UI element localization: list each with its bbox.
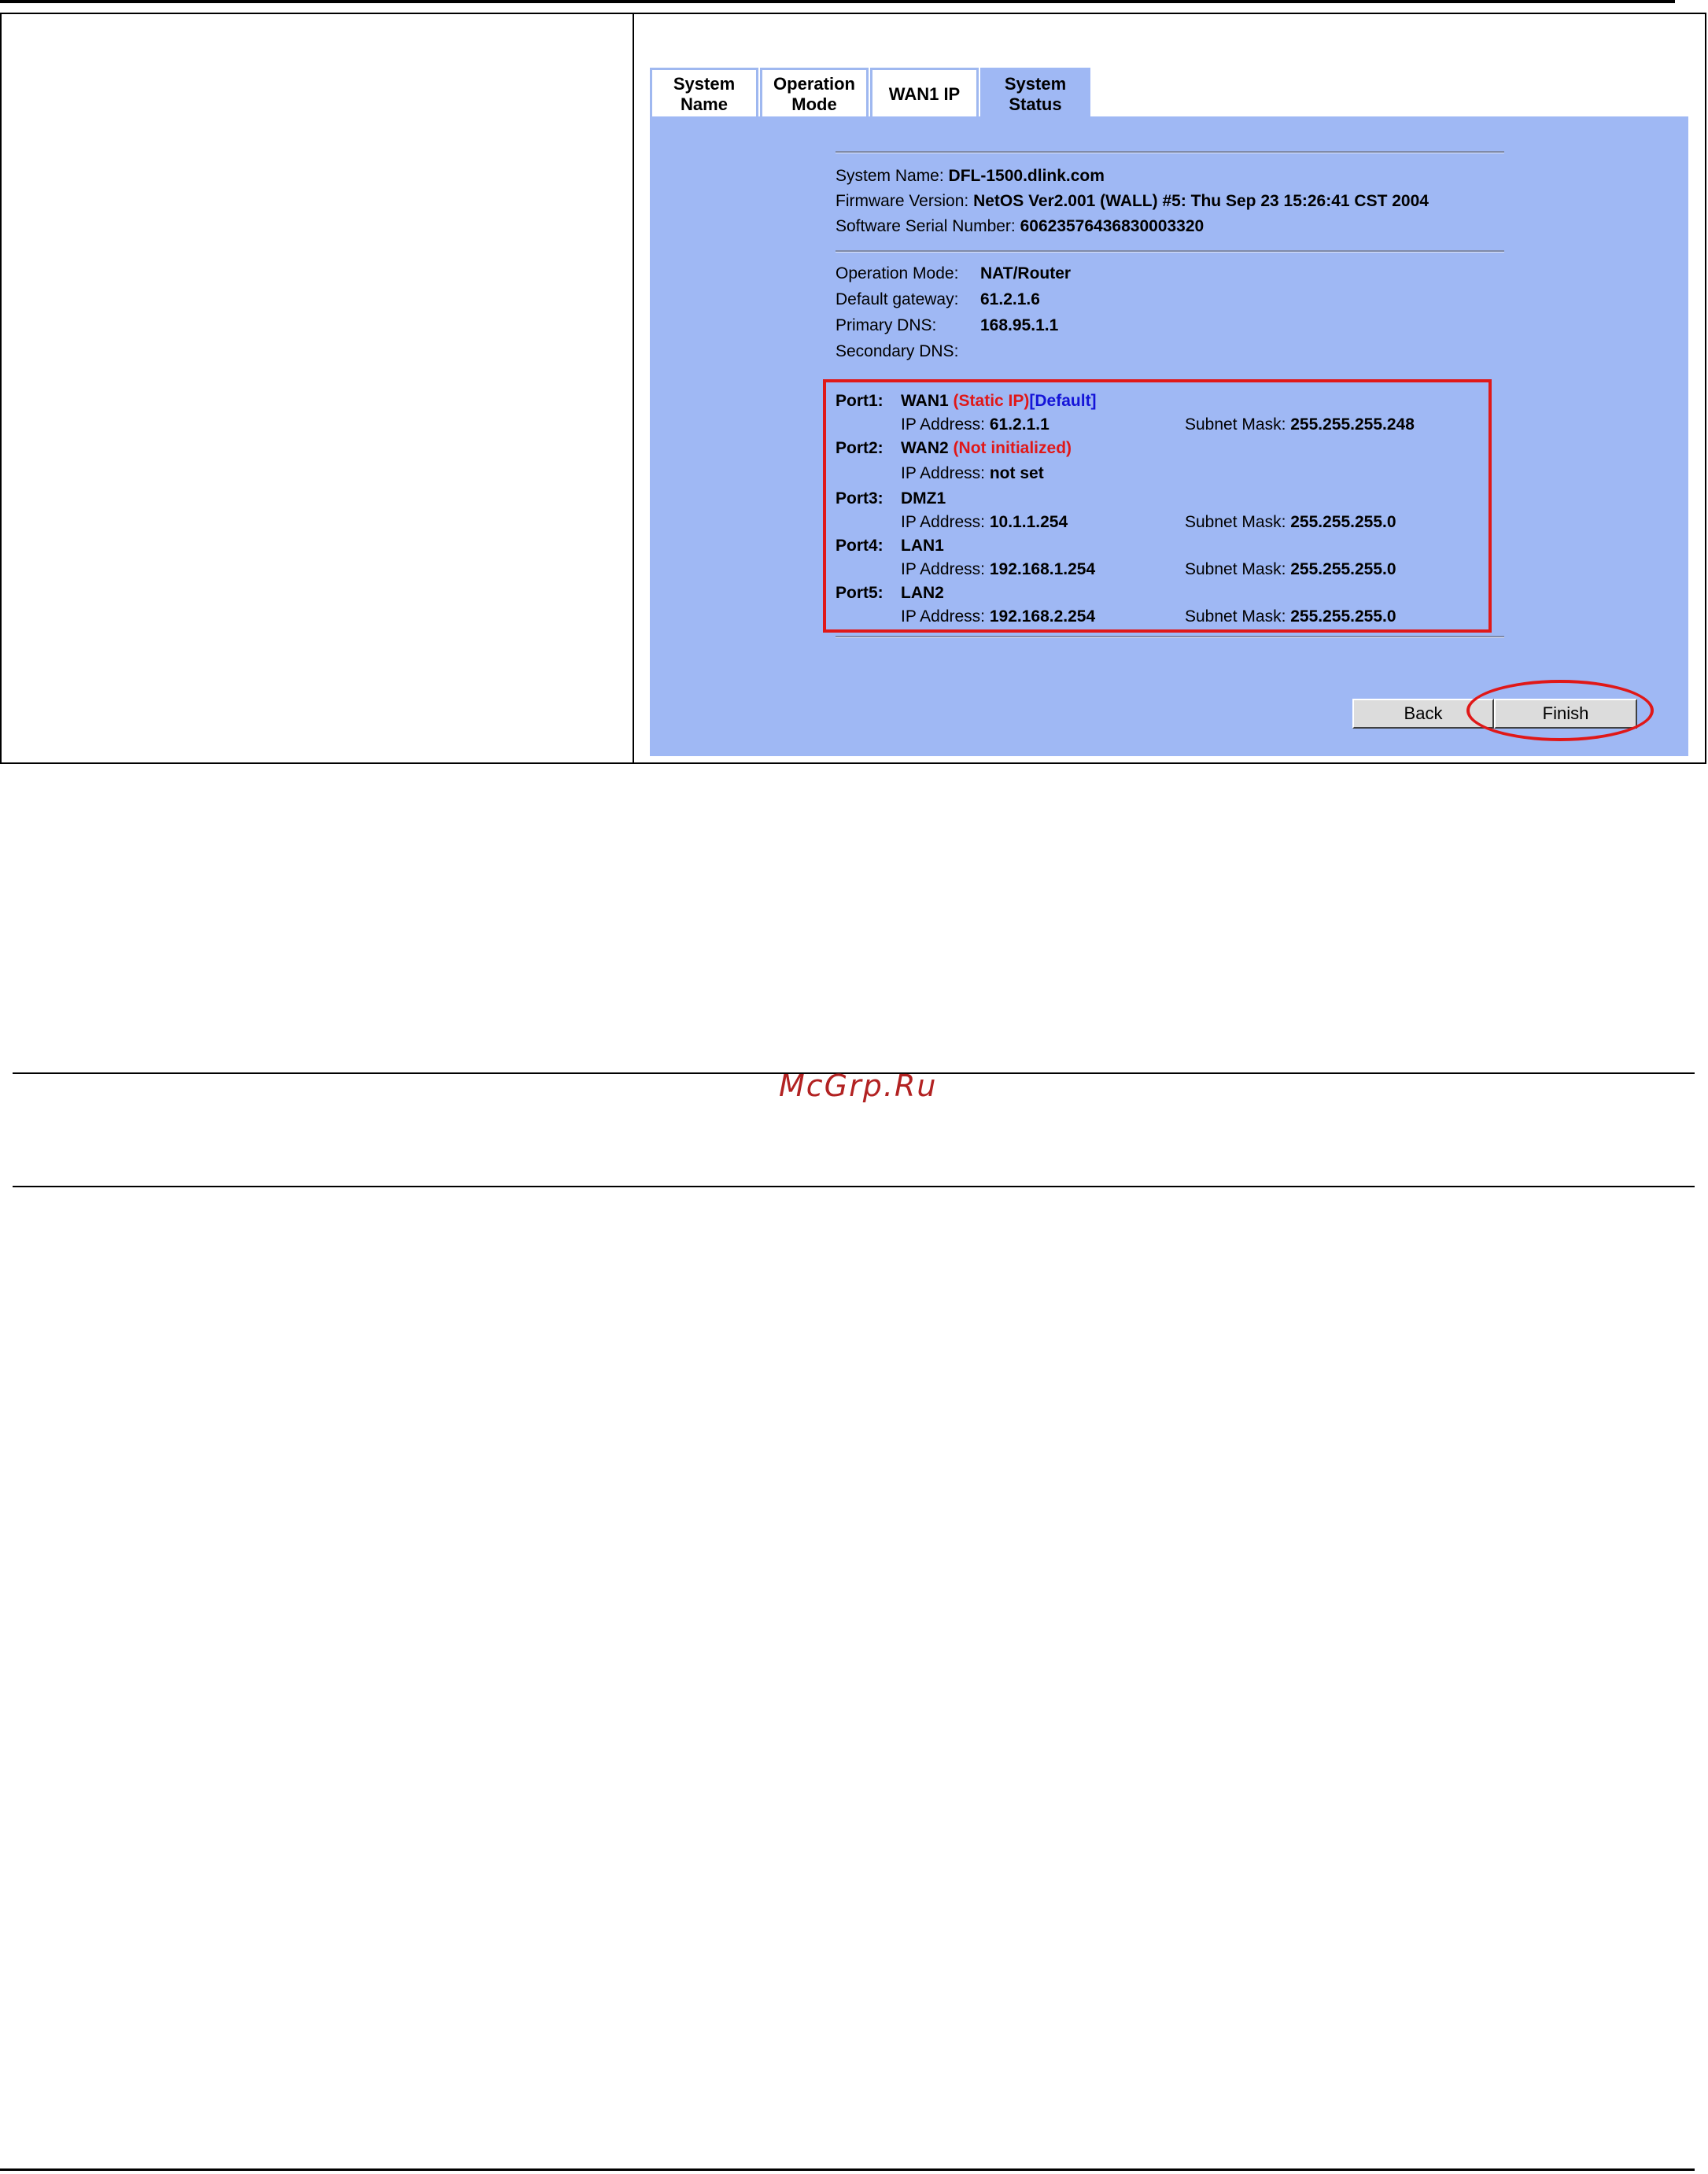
secondary-dns-row: Secondary DNS: xyxy=(836,342,1071,368)
firmware-value: NetOS Ver2.001 (WALL) #5: Thu Sep 23 15:… xyxy=(973,192,1429,210)
port2-label: Port2: xyxy=(836,439,884,457)
primary-dns-row: Primary DNS: 168.95.1.1 xyxy=(836,316,1071,342)
default-gateway-label: Default gateway: xyxy=(836,290,959,308)
tab-operation-mode[interactable]: Operation Mode xyxy=(760,68,869,118)
port5-name: LAN2 xyxy=(901,584,944,602)
system-name-row: System Name: DFL-1500.dlink.com xyxy=(836,167,1105,186)
port4-ip: IP Address: 192.168.1.254 xyxy=(901,560,1096,578)
port2-name: WAN2 (Not initialized) xyxy=(901,439,1072,457)
tab-system-status[interactable]: System Status xyxy=(980,68,1090,118)
primary-dns-label: Primary DNS: xyxy=(836,316,937,334)
port5-label: Port5: xyxy=(836,584,884,602)
port1-default-tag: [Default] xyxy=(1029,392,1097,410)
port4-name: LAN1 xyxy=(901,537,944,555)
divider xyxy=(836,151,1504,153)
table-column-divider xyxy=(633,13,634,764)
divider xyxy=(836,636,1504,638)
tab-wan1-ip[interactable]: WAN1 IP xyxy=(870,68,979,118)
port5-mask: Subnet Mask: 255.255.255.0 xyxy=(1185,607,1396,626)
operation-mode-row: Operation Mode: NAT/Router xyxy=(836,264,1071,290)
port1-label: Port1: xyxy=(836,392,884,410)
port2-status-tag: (Not initialized) xyxy=(953,439,1072,457)
system-name-label: System Name: xyxy=(836,167,944,185)
port1-status-tag: (Static IP) xyxy=(953,392,1030,410)
default-gateway-row: Default gateway: 61.2.1.6 xyxy=(836,290,1071,316)
status-panel: System Name: DFL-1500.dlink.com Firmware… xyxy=(650,116,1688,756)
network-summary: Operation Mode: NAT/Router Default gatew… xyxy=(836,264,1071,368)
wizard-panel: System Name Operation Mode WAN1 IP Syste… xyxy=(650,68,1688,756)
separator-rule xyxy=(13,1186,1695,1187)
default-gateway-value: 61.2.1.6 xyxy=(980,290,1040,308)
tab-system-name[interactable]: System Name xyxy=(650,68,758,118)
bottom-rule xyxy=(0,2168,1695,2171)
port1-ip: IP Address: 61.2.1.1 xyxy=(901,415,1050,434)
port4-mask: Subnet Mask: 255.255.255.0 xyxy=(1185,560,1396,578)
finish-button[interactable]: Finish xyxy=(1494,699,1637,729)
secondary-dns-label: Secondary DNS: xyxy=(836,342,959,360)
port1-name: WAN1 (Static IP)[Default] xyxy=(901,392,1097,410)
firmware-label: Firmware Version: xyxy=(836,192,969,210)
serial-label: Software Serial Number: xyxy=(836,217,1016,235)
port3-label: Port3: xyxy=(836,489,884,508)
port3-ip: IP Address: 10.1.1.254 xyxy=(901,513,1068,531)
port2-ip: IP Address: not set xyxy=(901,464,1044,482)
port4-label: Port4: xyxy=(836,537,884,555)
firmware-row: Firmware Version: NetOS Ver2.001 (WALL) … xyxy=(836,192,1429,211)
back-button[interactable]: Back xyxy=(1352,699,1494,729)
primary-dns-value: 168.95.1.1 xyxy=(980,316,1059,334)
divider xyxy=(836,250,1504,253)
top-rule xyxy=(0,0,1675,3)
operation-mode-value: NAT/Router xyxy=(980,264,1072,282)
serial-row: Software Serial Number: 6062357643683000… xyxy=(836,217,1204,236)
watermark-text: McGrp.Ru xyxy=(779,1069,938,1103)
serial-value: 60623576436830003320 xyxy=(1020,217,1204,235)
port3-name: DMZ1 xyxy=(901,489,946,508)
port5-ip: IP Address: 192.168.2.254 xyxy=(901,607,1096,626)
port3-mask: Subnet Mask: 255.255.255.0 xyxy=(1185,513,1396,531)
operation-mode-label: Operation Mode: xyxy=(836,264,959,282)
port1-mask: Subnet Mask: 255.255.255.248 xyxy=(1185,415,1415,434)
tab-bar: System Name Operation Mode WAN1 IP Syste… xyxy=(650,68,1092,118)
system-name-value: DFL-1500.dlink.com xyxy=(948,167,1105,185)
